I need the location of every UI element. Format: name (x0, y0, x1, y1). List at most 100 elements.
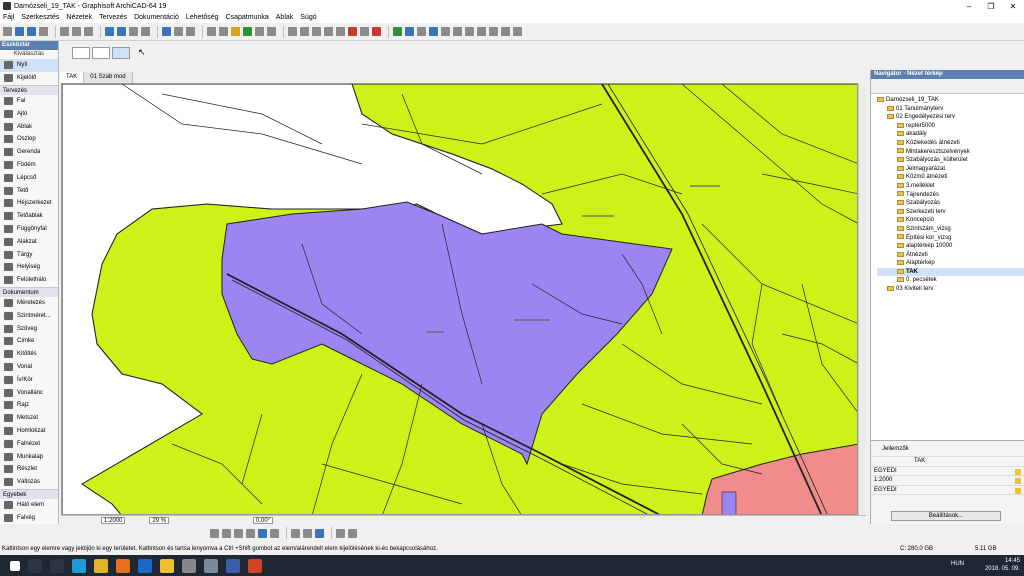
tab-szab-mod[interactable]: 01 Szab mod (84, 72, 133, 83)
clock[interactable]: 14:45 2018. 05. 09. (985, 557, 1020, 573)
toolbox-section-header[interactable]: Egyebek (0, 488, 58, 499)
offset-icon[interactable] (336, 528, 345, 538)
copy-icon[interactable] (72, 27, 81, 36)
tree-node[interactable]: 01 Tanulmányterv (877, 105, 1024, 114)
trim-icon[interactable] (288, 27, 297, 36)
rectangle-geometry-icon[interactable] (92, 47, 110, 59)
tree-node[interactable]: Mintakeresztszelvények (877, 148, 1024, 157)
cut-icon[interactable] (60, 27, 69, 36)
tab-tak[interactable]: TAK (60, 72, 85, 83)
measure-icon[interactable] (453, 27, 462, 36)
task-view-icon[interactable] (50, 558, 64, 573)
zoom-in-icon[interactable] (207, 27, 216, 36)
explorer-icon[interactable] (160, 558, 174, 573)
sun-icon[interactable] (477, 27, 486, 36)
tree-node[interactable]: Tájrendezés (877, 191, 1024, 200)
explode-icon[interactable] (360, 27, 369, 36)
intersect-icon[interactable] (324, 27, 333, 36)
maximize-button[interactable]: ❐ (980, 2, 1002, 11)
3d-window-icon[interactable] (243, 27, 252, 36)
powerpoint-icon[interactable] (248, 558, 262, 573)
tool-item[interactable]: Ajtó (0, 107, 58, 120)
arc-tool-icon[interactable] (303, 528, 312, 538)
camera-icon[interactable] (501, 27, 510, 36)
tree-node[interactable]: Szintszám_vizsg (877, 225, 1024, 234)
arrow-pointer-icon[interactable]: ↖ (138, 47, 156, 59)
project-map-icon[interactable] (429, 27, 438, 36)
tree-node[interactable]: Közmű átnézeti (877, 173, 1024, 182)
tree-node[interactable]: reptér5000 (877, 122, 1024, 131)
tool-item[interactable]: Tárgy (0, 248, 58, 261)
layer-row-1[interactable]: EGYEDI (871, 467, 1024, 476)
polyline-icon[interactable] (315, 528, 324, 538)
scale-row[interactable]: 1:2000 (871, 476, 1024, 486)
word-icon[interactable] (226, 558, 240, 573)
archicad-icon[interactable] (204, 558, 218, 573)
vertical-scrollbar[interactable] (858, 83, 866, 515)
tool-item[interactable]: Változás (0, 476, 58, 489)
inject-icon[interactable] (141, 27, 150, 36)
tool-item[interactable]: Alakzat (0, 235, 58, 248)
tree-node[interactable]: Átnézeti (877, 251, 1024, 260)
print-icon[interactable] (39, 27, 48, 36)
tool-item[interactable]: Részlet (0, 463, 58, 476)
tool-item[interactable]: Héjszerkezet (0, 197, 58, 210)
angle-field[interactable]: 0,00° (253, 516, 274, 524)
app-icon[interactable] (182, 558, 196, 573)
tree-node[interactable]: Építési kor_vizsg (877, 234, 1024, 243)
tree-node[interactable]: 03 Kiviteli terv (877, 285, 1024, 294)
tool-item[interactable]: Ív/Kör (0, 373, 58, 386)
tree-node[interactable]: 02 Engedélyezési terv (877, 113, 1024, 122)
zoom-field[interactable]: 29 % (149, 516, 170, 524)
tool-item[interactable]: Metszet (0, 412, 58, 425)
floor-plan-icon[interactable] (231, 27, 240, 36)
close-button[interactable]: ✕ (1002, 2, 1024, 11)
tree-node[interactable]: Alaptérkép (877, 259, 1024, 268)
tree-node[interactable]: akadály (877, 130, 1024, 139)
grid-snap-icon[interactable] (162, 27, 171, 36)
render-icon[interactable] (348, 27, 357, 36)
tool-item[interactable]: Felülethálo (0, 274, 58, 287)
menu-edit[interactable]: Szerkesztés (21, 14, 59, 21)
tool-item[interactable]: Ablak (0, 120, 58, 133)
delete-icon[interactable] (210, 528, 219, 538)
redo-icon[interactable] (117, 27, 126, 36)
elevate-icon[interactable] (258, 528, 267, 538)
tool-item[interactable]: Szöveg (0, 322, 58, 335)
section-icon[interactable] (255, 27, 264, 36)
minimize-button[interactable]: – (958, 2, 980, 11)
tool-marquee[interactable]: Kijelölő (0, 72, 58, 85)
edge-icon[interactable] (72, 558, 86, 573)
new-icon[interactable] (3, 27, 12, 36)
toolbox-section-header[interactable]: Tervezés (0, 84, 58, 95)
tool-item[interactable]: Falnézet (0, 437, 58, 450)
drag-icon[interactable] (222, 528, 231, 538)
tool-item[interactable]: Rajz (0, 399, 58, 412)
tree-node[interactable]: Szabályozás (877, 199, 1024, 208)
tree-node[interactable]: TAK (877, 267, 1024, 277)
table-icon[interactable] (513, 27, 522, 36)
tree-node[interactable]: alaptérkép 10000 (877, 242, 1024, 251)
menu-teamwork[interactable]: Csapatmunka (226, 14, 269, 21)
elevation-icon[interactable] (267, 27, 276, 36)
save-icon[interactable] (27, 27, 36, 36)
zoom-out-icon[interactable] (219, 27, 228, 36)
bimx-icon[interactable] (393, 27, 402, 36)
snap-guides-icon[interactable] (174, 27, 183, 36)
tool-item[interactable]: Fal (0, 95, 58, 108)
tool-item[interactable]: Falvég (0, 511, 58, 524)
outlook-icon[interactable] (138, 558, 152, 573)
chrome-icon[interactable] (94, 558, 108, 573)
tree-node[interactable]: 0. pecsétek (877, 276, 1024, 285)
menu-design[interactable]: Tervezés (99, 14, 127, 21)
marker-icon[interactable] (489, 27, 498, 36)
floor-plan-canvas[interactable] (61, 83, 858, 515)
settings-button[interactable]: Beállítások... (891, 511, 1001, 521)
tool-item[interactable]: Gerenda (0, 146, 58, 159)
tool-item[interactable]: Munkalap (0, 450, 58, 463)
mark-icon[interactable] (372, 27, 381, 36)
layer-row-2[interactable]: EGYEDI (871, 486, 1024, 495)
line-tool-icon[interactable] (291, 528, 300, 538)
menu-help[interactable]: Súgó (300, 14, 316, 21)
tool-item[interactable]: Homlokzat (0, 425, 58, 438)
